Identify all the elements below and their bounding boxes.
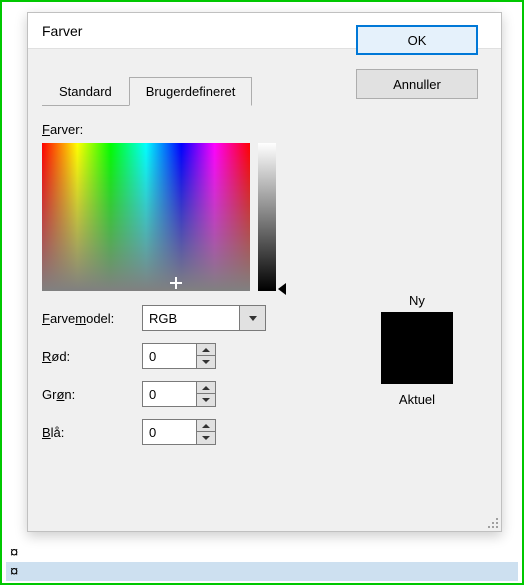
- triangle-up-icon: [202, 386, 210, 390]
- blue-spinner: [142, 419, 216, 445]
- tab-standard[interactable]: Standard: [42, 77, 129, 106]
- green-label: Grøn:: [42, 387, 142, 402]
- resize-grip[interactable]: [483, 513, 499, 529]
- blue-label: Blå:: [42, 425, 142, 440]
- color-preview-swatch: [381, 312, 453, 384]
- blue-down-button[interactable]: [196, 432, 216, 445]
- blue-input[interactable]: [142, 419, 196, 445]
- triangle-down-icon: [202, 360, 210, 364]
- dialog-body: Standard Brugerdefineret Farver:: [28, 49, 501, 531]
- chevron-down-icon: [249, 316, 257, 321]
- status-row-1: ¤: [6, 543, 518, 562]
- green-down-button[interactable]: [196, 394, 216, 407]
- red-label: Rød:: [42, 349, 142, 364]
- green-input[interactable]: [142, 381, 196, 407]
- triangle-up-icon: [202, 424, 210, 428]
- triangle-down-icon: [202, 436, 210, 440]
- red-spinner: [142, 343, 216, 369]
- red-input[interactable]: [142, 343, 196, 369]
- triangle-up-icon: [202, 348, 210, 352]
- lightness-arrow-icon[interactable]: [278, 283, 286, 295]
- model-combo[interactable]: [142, 305, 266, 331]
- lightness-slider[interactable]: [258, 143, 276, 291]
- model-dropdown-button[interactable]: [240, 305, 266, 331]
- red-up-button[interactable]: [196, 343, 216, 356]
- current-label: Aktuel: [399, 392, 435, 407]
- triangle-down-icon: [202, 398, 210, 402]
- green-up-button[interactable]: [196, 381, 216, 394]
- colors-label: Farver:: [42, 122, 347, 137]
- status-row-2: ¤: [6, 562, 518, 581]
- model-input[interactable]: [142, 305, 240, 331]
- tab-strip: Standard Brugerdefineret: [42, 77, 347, 106]
- new-label: Ny: [409, 293, 425, 308]
- color-field[interactable]: [42, 143, 250, 291]
- cancel-button[interactable]: Annuller: [356, 69, 478, 99]
- status-area: ¤ ¤: [6, 543, 518, 581]
- red-down-button[interactable]: [196, 356, 216, 369]
- green-spinner: [142, 381, 216, 407]
- tab-custom[interactable]: Brugerdefineret: [129, 77, 253, 106]
- model-label: Farvemodel:: [42, 311, 142, 326]
- blue-up-button[interactable]: [196, 419, 216, 432]
- crosshair-icon: [170, 277, 182, 289]
- ok-button[interactable]: OK: [356, 25, 478, 55]
- color-dialog: Farver ? ✕ Standard Brugerdefineret Farv…: [27, 12, 502, 532]
- preview-area: Ny Aktuel: [381, 293, 453, 411]
